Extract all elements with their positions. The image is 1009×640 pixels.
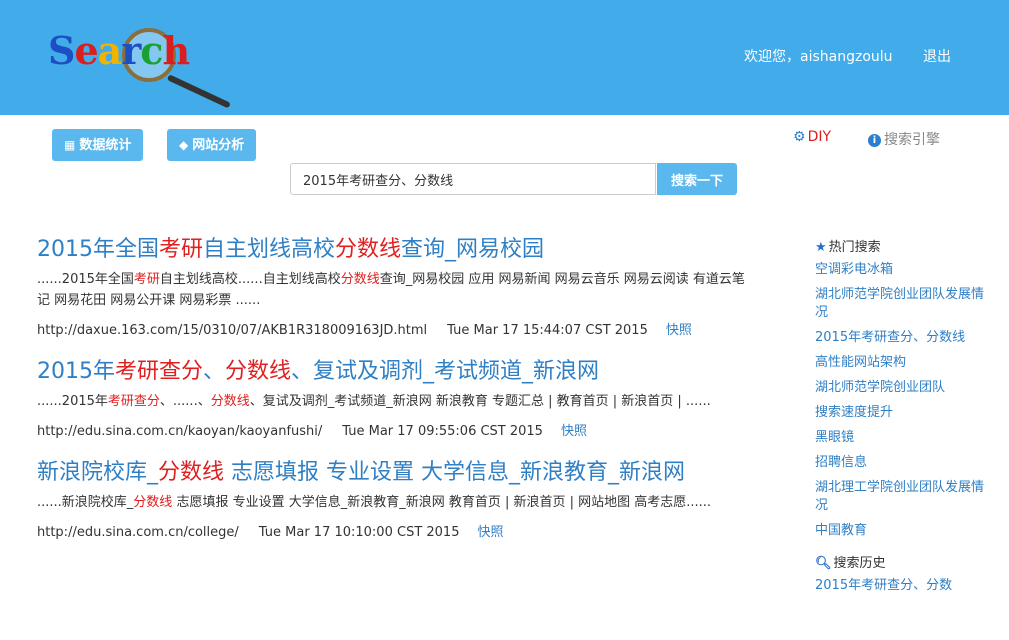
search-history-list: 2015年考研查分、分数 (815, 577, 985, 595)
hot-search-item[interactable]: 湖北理工学院创业团队发展情况 (815, 479, 985, 515)
hot-search-item[interactable]: 搜索速度提升 (815, 404, 985, 422)
hot-search-item[interactable]: 招聘信息 (815, 454, 985, 472)
hot-search-item[interactable]: 湖北师范学院创业团队 (815, 379, 985, 397)
hot-search-item[interactable]: 中国教育 (815, 522, 985, 540)
result-time: Tue Mar 17 15:44:07 CST 2015 (447, 323, 648, 338)
stats-button-label: 数据统计 (79, 138, 132, 153)
result-time: Tue Mar 17 10:10:00 CST 2015 (258, 525, 460, 540)
hot-search-item[interactable]: 2015年考研查分、分数线 (815, 329, 985, 347)
snapshot-link[interactable]: 快照 (666, 323, 692, 338)
hot-search-item[interactable]: 黑眼镜 (815, 429, 985, 447)
result-title[interactable]: 2015年全国考研自主划线高校分数线查询_网易校园 (37, 233, 752, 267)
site-analysis-label: 网站分析 (192, 138, 245, 153)
result-item: 2015年考研查分、分数线、复试及调剂_考试频道_新浪网 ......2015年… (37, 355, 752, 439)
result-snippet: ......2015年全国考研自主划线高校......自主划线高校分数线查询_网… (37, 272, 745, 308)
search-logo[interactable]: Search (40, 18, 290, 109)
user-area: 欢迎您，aishangzoulu 退出 (744, 46, 951, 66)
result-url: http://edu.sina.com.cn/college/ (37, 525, 239, 540)
header-bar: Search 欢迎您，aishangzoulu 退出 (0, 0, 1009, 115)
snapshot-link[interactable]: 快照 (561, 424, 587, 439)
magnifier-handle (166, 74, 231, 109)
grid-icon: ▦ (64, 138, 76, 152)
star-icon: ★ (815, 240, 827, 255)
info-icon: i (868, 134, 881, 147)
hot-search-item[interactable]: 湖北师范学院创业团队发展情况 (815, 286, 985, 322)
result-url: http://daxue.163.com/15/0310/07/AKB1R318… (37, 323, 428, 338)
hot-search-list: 空调彩电冰箱 湖北师范学院创业团队发展情况 2015年考研查分、分数线 高性能网… (815, 261, 985, 540)
search-button[interactable]: 搜索一下 (657, 163, 737, 195)
logout-link[interactable]: 退出 (923, 49, 951, 65)
search-input[interactable] (290, 163, 656, 195)
result-title[interactable]: 新浪院校库_分数线 志愿填报 专业设置 大学信息_新浪教育_新浪网 (37, 456, 752, 490)
diy-label: DIY (807, 129, 832, 145)
hot-search-heading: ★ 热门搜索 (815, 240, 881, 255)
result-time: Tue Mar 17 09:55:06 CST 2015 (342, 424, 543, 439)
result-url: http://edu.sina.com.cn/kaoyan/kaoyanfush… (37, 424, 323, 439)
logo-text: Search (48, 28, 190, 73)
results-list: 2015年全国考研自主划线高校分数线查询_网易校园 ......2015年全国考… (37, 233, 752, 557)
result-meta: http://edu.sina.com.cn/college/Tue Mar 1… (37, 521, 752, 540)
search-engine-label: 搜索引擎 (884, 132, 940, 148)
sidebar: ★ 热门搜索 空调彩电冰箱 湖北师范学院创业团队发展情况 2015年考研查分、分数… (815, 236, 985, 602)
search-engine-link[interactable]: i 搜索引擎 (868, 129, 940, 149)
gear-icon: ⚙ (793, 129, 806, 145)
result-snippet: ......2015年考研查分、......、分数线、复试及调剂_考试频道_新浪… (37, 394, 711, 409)
search-icon: 🔍︎ (815, 556, 832, 571)
snapshot-link[interactable]: 快照 (477, 525, 503, 540)
welcome-text: 欢迎您，aishangzoulu (744, 49, 893, 65)
tag-icon: ◆ (179, 138, 189, 152)
result-meta: http://edu.sina.com.cn/kaoyan/kaoyanfush… (37, 420, 752, 439)
result-meta: http://daxue.163.com/15/0310/07/AKB1R318… (37, 319, 752, 338)
site-analysis-button[interactable]: ◆ 网站分析 (167, 129, 257, 161)
result-snippet: ......新浪院校库_分数线 志愿填报 专业设置 大学信息_新浪教育_新浪网 … (37, 495, 712, 510)
search-history-heading: 🔍︎ 搜索历史 (815, 556, 886, 571)
history-item[interactable]: 2015年考研查分、分数 (815, 577, 985, 595)
result-item: 新浪院校库_分数线 志愿填报 专业设置 大学信息_新浪教育_新浪网 ......… (37, 456, 752, 540)
result-item: 2015年全国考研自主划线高校分数线查询_网易校园 ......2015年全国考… (37, 233, 752, 338)
diy-link[interactable]: ⚙ DIY (793, 129, 831, 145)
hot-search-item[interactable]: 高性能网站架构 (815, 354, 985, 372)
result-title[interactable]: 2015年考研查分、分数线、复试及调剂_考试频道_新浪网 (37, 355, 752, 389)
stats-button[interactable]: ▦ 数据统计 (52, 129, 144, 161)
hot-search-item[interactable]: 空调彩电冰箱 (815, 261, 985, 279)
